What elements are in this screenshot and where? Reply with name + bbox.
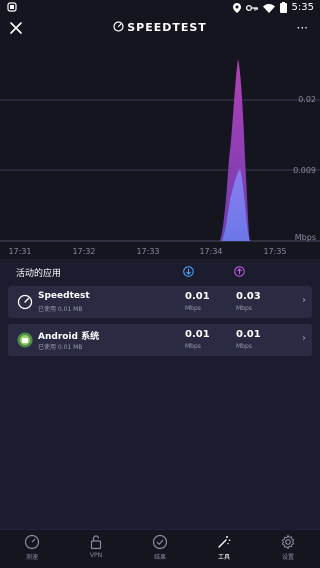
- y-tick-label: 0.009: [293, 166, 316, 175]
- app-data-used: 已使用 0.01 MB: [38, 306, 83, 313]
- nav-item-speedtest[interactable]: 测速: [0, 534, 64, 561]
- upload-unit: Mbps: [236, 305, 252, 312]
- upload-value: 0.01: [236, 329, 261, 340]
- traffic-chart-svg: 0.02 0.009 Mbps 17:31 17:32 17:33 17:34 …: [0, 59, 320, 256]
- speedtest-logo-icon: [113, 21, 124, 32]
- android-notification-icon: [7, 2, 17, 12]
- nav-label: 结果: [153, 554, 166, 561]
- nav-item-settings[interactable]: 设置: [256, 534, 320, 561]
- nav-label: 工具: [217, 554, 230, 561]
- bottom-navigation: 测速 VPN 结果 工具 设置: [0, 529, 320, 568]
- chevron-right-icon: ›: [302, 295, 306, 306]
- traffic-chart: 0.02 0.009 Mbps 17:31 17:32 17:33 17:34 …: [0, 39, 320, 259]
- nav-item-vpn[interactable]: VPN: [64, 534, 128, 559]
- nav-item-results[interactable]: 结果: [128, 534, 192, 561]
- title-text: SPEEDTEST: [127, 21, 207, 34]
- active-apps-header: 活动的应用: [0, 259, 320, 285]
- y-unit-label: Mbps: [295, 233, 316, 242]
- x-tick-label: 17:32: [72, 247, 95, 256]
- top-bar: SPEEDTEST ···: [0, 17, 320, 39]
- upload-unit: Mbps: [236, 343, 252, 350]
- check-circle-icon: [152, 534, 168, 550]
- upload-arrow-icon: [234, 266, 245, 277]
- app-data-used: 已使用 0.01 MB: [38, 344, 83, 351]
- status-bar: 5:35: [0, 0, 320, 17]
- nav-item-tools[interactable]: 工具: [192, 534, 256, 561]
- wand-icon: [218, 536, 231, 548]
- x-tick-label: 17:34: [199, 247, 222, 256]
- section-title: 活动的应用: [16, 269, 62, 279]
- page-title: SPEEDTEST: [0, 21, 320, 34]
- app-name: Speedtest: [38, 291, 90, 301]
- app-name: Android 系统: [38, 332, 100, 342]
- app-row-speedtest[interactable]: Speedtest 已使用 0.01 MB 0.01 Mbps 0.03 Mbp…: [8, 286, 312, 318]
- gear-icon: [281, 534, 295, 550]
- download-value: 0.01: [185, 329, 210, 340]
- nav-label: 设置: [281, 554, 294, 561]
- download-value: 0.01: [185, 291, 210, 302]
- download-unit: Mbps: [185, 343, 201, 350]
- upload-value: 0.03: [236, 291, 261, 302]
- lock-icon: [90, 535, 102, 550]
- nav-label: 测速: [25, 554, 38, 561]
- y-tick-label: 0.02: [298, 95, 316, 104]
- battery-icon: [279, 2, 287, 13]
- x-tick-label: 17:35: [263, 247, 286, 256]
- location-icon: [232, 2, 241, 13]
- download-unit: Mbps: [185, 305, 201, 312]
- nav-label: VPN: [89, 552, 103, 559]
- x-tick-label: 17:31: [8, 247, 31, 256]
- more-options-button[interactable]: ···: [297, 21, 308, 35]
- key-icon: [245, 4, 258, 11]
- chevron-right-icon: ›: [302, 333, 306, 344]
- app-row-android-system[interactable]: Android 系统 已使用 0.01 MB 0.01 Mbps 0.01 Mb…: [8, 324, 312, 356]
- download-arrow-icon: [183, 266, 194, 277]
- clock: 5:35: [291, 2, 314, 13]
- x-tick-label: 17:33: [136, 247, 159, 256]
- wifi-icon: [262, 3, 275, 13]
- speedtest-app-icon: [17, 294, 33, 310]
- gauge-icon: [24, 534, 40, 550]
- android-app-icon: [17, 332, 33, 348]
